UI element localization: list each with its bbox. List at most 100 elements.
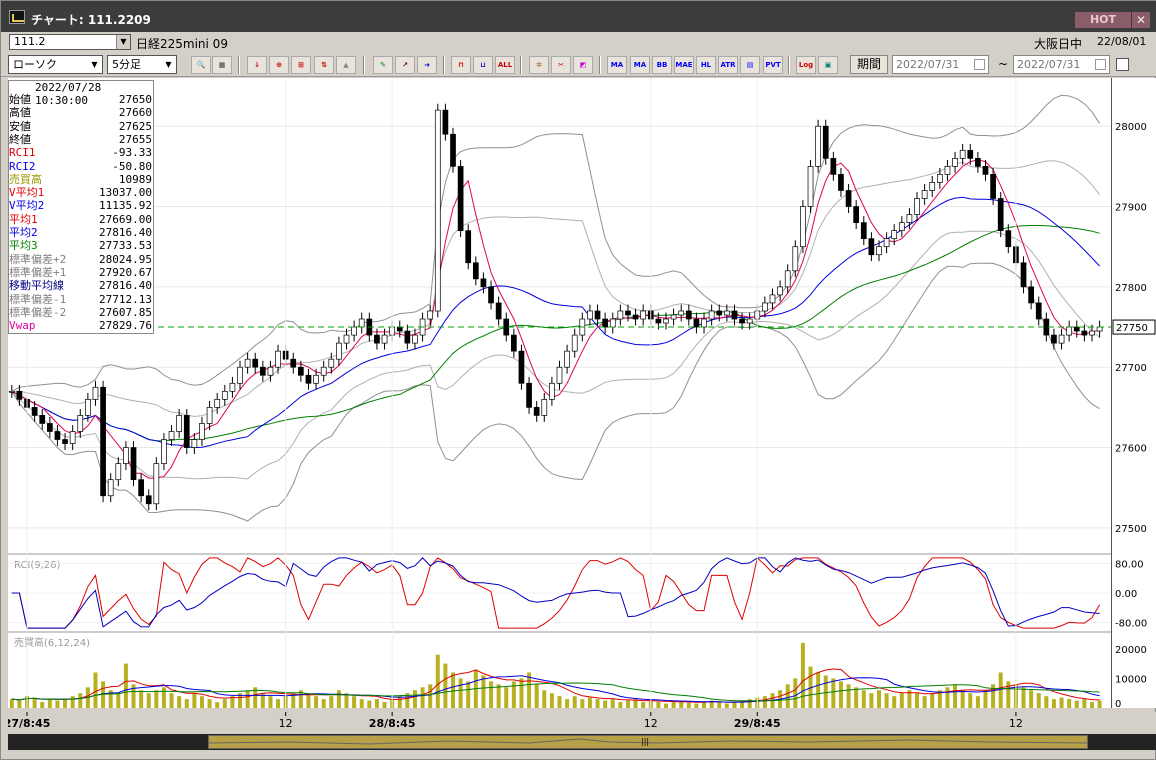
bb-button[interactable]: BB	[652, 56, 672, 74]
ma-button-2[interactable]: MA	[630, 56, 650, 74]
candle-body	[549, 382, 555, 400]
measure-icon[interactable]: ⊞	[291, 56, 311, 74]
volume-bar	[565, 699, 570, 708]
info-label: RCI1	[9, 146, 36, 160]
scrollbar-thumb[interactable]: |||	[208, 735, 1088, 749]
hot-button[interactable]: HOT	[1075, 12, 1131, 28]
candle-body	[267, 366, 274, 376]
chart-type-select[interactable]: ローソク ▼	[8, 55, 103, 74]
candle-body	[640, 310, 647, 320]
zoom-icon[interactable]: 🔍	[191, 56, 211, 74]
info-value: 13037.00	[99, 186, 152, 200]
date-to-field[interactable]: 2022/07/31	[1013, 55, 1110, 74]
candle-body	[107, 479, 114, 497]
volume-average-2-line	[11, 675, 1100, 703]
bollinger-lower-1	[11, 230, 1100, 480]
volume-bar	[1029, 690, 1034, 708]
log-button[interactable]: Log	[796, 56, 816, 74]
volume-bar	[412, 690, 417, 708]
calendar-icon[interactable]	[974, 59, 985, 70]
info-label: 高値	[9, 106, 31, 120]
volume-bar	[960, 690, 965, 708]
candle-body	[625, 310, 631, 316]
time-scrollbar[interactable]: |||	[8, 734, 1156, 750]
pvt-button[interactable]: PVT	[763, 56, 783, 74]
candle-body	[1096, 326, 1103, 332]
candle-body	[571, 334, 578, 352]
symbol-code-input[interactable]: 111.2 ▼	[9, 34, 131, 50]
candle-body	[206, 407, 213, 424]
calendar-icon[interactable]	[1095, 59, 1106, 70]
range-checkbox[interactable]	[1116, 58, 1129, 71]
volume-bar	[1074, 700, 1079, 708]
candle-body	[838, 174, 844, 191]
candle-body	[161, 439, 167, 464]
info-value: 27816.40	[99, 279, 152, 293]
trendline-icon[interactable]: ↗	[395, 56, 415, 74]
hl-button[interactable]: HL	[696, 56, 716, 74]
indicator-button[interactable]: ▤	[740, 56, 760, 74]
period-button[interactable]: 期間	[850, 55, 888, 74]
volume-bar	[1082, 699, 1087, 708]
candle-body	[176, 415, 183, 432]
candle-body	[275, 350, 281, 368]
chart-plot-area[interactable]: RCI(9,26) 売買高(6,12,24)	[8, 78, 1111, 708]
info-label: Vwap	[9, 319, 36, 333]
toolbar-separator	[363, 56, 365, 74]
volume-bar	[177, 696, 182, 708]
rci-panel-label: RCI(9,26)	[14, 560, 61, 571]
volume-bar	[899, 693, 904, 708]
info-value: 10989	[118, 172, 152, 186]
volume-bar	[199, 696, 204, 708]
interval-select[interactable]: 5分足 ▼	[107, 55, 177, 74]
time-tick-label: 12	[279, 717, 293, 730]
volume-bar	[975, 696, 980, 708]
cursor-icon[interactable]: ↓	[247, 56, 267, 74]
candle-body	[678, 310, 685, 316]
grid-icon[interactable]: ▦	[212, 56, 232, 74]
arrow-icon[interactable]: ➜	[417, 56, 437, 74]
candle-body	[305, 374, 312, 384]
date-from-field[interactable]: 2022/07/31	[892, 55, 989, 74]
volume-bar	[854, 687, 859, 708]
candle-alt-icon[interactable]: ⊔	[473, 56, 493, 74]
mae-button[interactable]: MAE	[674, 56, 694, 74]
volume-bar	[329, 696, 334, 708]
settings-icon[interactable]: ✲	[529, 56, 549, 74]
price-axis: 28000 27900 27800 27700 27600 27500 27750 80.00…	[1111, 78, 1156, 710]
chevron-down-icon[interactable]: ▼	[116, 35, 130, 49]
candle-body	[138, 479, 144, 497]
volume-bar	[603, 700, 608, 708]
volume-bar	[222, 699, 227, 708]
close-button[interactable]: ✕	[1132, 12, 1150, 28]
scale-icon[interactable]: ⇅	[314, 56, 334, 74]
pencil-icon[interactable]: ✎	[373, 56, 393, 74]
crosshair-icon[interactable]: ⊕	[269, 56, 289, 74]
volume-bar	[831, 678, 836, 708]
volume-bar	[785, 684, 790, 708]
moving-average-2-line	[11, 196, 1100, 449]
candle-body	[434, 109, 441, 312]
info-value: -50.80	[112, 159, 152, 173]
atr-button[interactable]: ATR	[718, 56, 738, 74]
volume-bar	[139, 690, 144, 708]
volume-bar	[846, 684, 851, 708]
ma-button[interactable]: MA	[607, 56, 627, 74]
candle-body	[1081, 330, 1088, 336]
palette-icon[interactable]: ◩	[573, 56, 593, 74]
info-label: 終値	[9, 132, 31, 146]
info-row: 終値 27655	[9, 133, 153, 146]
export-icon[interactable]: ▣	[818, 56, 838, 74]
tools-icon[interactable]: ✂	[551, 56, 571, 74]
volume-bar	[519, 678, 524, 708]
volume-bar	[1021, 687, 1026, 708]
candle-icon[interactable]: ⊓	[451, 56, 471, 74]
price-tick-label: 27600	[1115, 444, 1147, 455]
candle-body	[1051, 334, 1057, 344]
info-row: 平均1 27669.00	[9, 213, 153, 226]
disabled-icon[interactable]: ▲	[336, 56, 356, 74]
all-button[interactable]: ALL	[495, 56, 515, 74]
chart-type-value: ローソク	[13, 58, 57, 71]
candle-body	[472, 262, 479, 280]
candle-body	[556, 366, 563, 384]
